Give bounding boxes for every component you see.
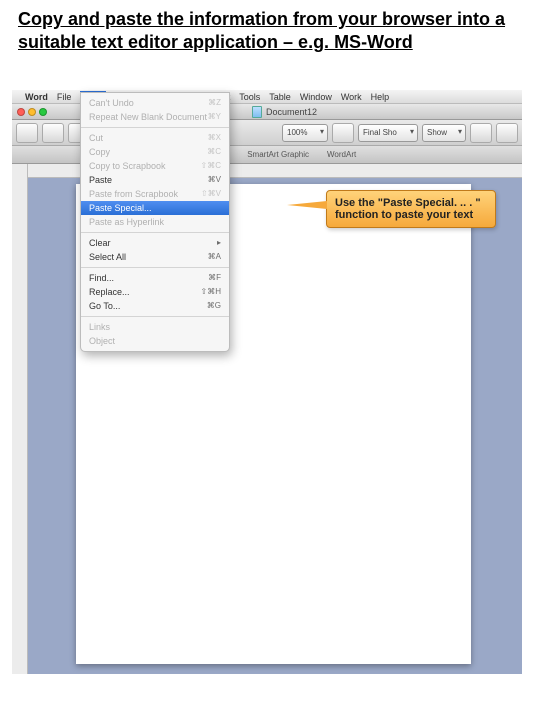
zoom-select[interactable]: 100%	[282, 124, 328, 142]
new-doc-button[interactable]	[16, 123, 38, 143]
edit-menu-item: Copy to Scrapbook ⇧⌘C	[81, 159, 229, 173]
menu-item-shortcut: ⇧⌘H	[201, 287, 221, 297]
callout-line2: function to paste your text	[335, 209, 487, 221]
minimize-icon[interactable]	[28, 108, 36, 116]
menu-tools[interactable]: Tools	[239, 92, 260, 102]
edit-menu-dropdown: Can't Undo⌘ZRepeat New Blank Document⌘YC…	[80, 92, 230, 352]
menu-separator	[81, 127, 229, 128]
menu-item-label: Copy to Scrapbook	[89, 161, 166, 171]
menu-item-label: Cut	[89, 133, 103, 143]
edit-menu-item: Copy ⌘C	[81, 145, 229, 159]
menu-item-label: Repeat New Blank Document	[89, 112, 207, 122]
next-change-button[interactable]	[496, 123, 518, 143]
edit-menu-item[interactable]: Replace... ⇧⌘H	[81, 285, 229, 299]
menu-item-shortcut: ⌘Y	[208, 112, 221, 122]
window-title: Document12	[266, 107, 317, 117]
menu-word[interactable]: Word	[25, 92, 48, 102]
menu-item-shortcut: ⌘C	[207, 147, 221, 157]
edit-menu-item: Can't Undo ⌘Z	[81, 96, 229, 110]
show-select[interactable]: Show	[422, 124, 466, 142]
tab-smartart[interactable]: SmartArt Graphic	[247, 150, 309, 159]
word-app-window: Word File Edit View Insert Format Font T…	[12, 90, 522, 678]
vertical-ruler	[12, 164, 28, 674]
traffic-lights	[12, 108, 47, 116]
edit-menu-item: Cut ⌘X	[81, 131, 229, 145]
menu-item-shortcut: ⌘A	[208, 252, 221, 262]
instruction-text: Copy and paste the information from your…	[0, 0, 540, 57]
edit-menu-item[interactable]: Paste ⌘V	[81, 173, 229, 187]
zoom-icon[interactable]	[39, 108, 47, 116]
edit-menu-item[interactable]: Go To... ⌘G	[81, 299, 229, 313]
menu-item-shortcut: ⌘G	[207, 301, 221, 311]
menu-item-label: Find...	[89, 273, 114, 283]
menu-file[interactable]: File	[57, 92, 72, 102]
menu-item-label: Select All	[89, 252, 126, 262]
paste-special-callout: Use the "Paste Special. .. . " function …	[326, 190, 496, 228]
menu-work[interactable]: Work	[341, 92, 362, 102]
track-changes-button[interactable]	[470, 123, 492, 143]
menu-help[interactable]: Help	[371, 92, 390, 102]
menu-item-label: Clear	[89, 238, 111, 248]
menu-separator	[81, 316, 229, 317]
menu-item-shortcut: ⇧⌘C	[201, 161, 221, 171]
menu-item-label: Go To...	[89, 301, 120, 311]
edit-menu-item: Repeat New Blank Document⌘Y	[81, 110, 229, 124]
menu-item-shortcut: ▸	[217, 238, 221, 248]
edit-menu-item: Paste from Scrapbook ⇧⌘V	[81, 187, 229, 201]
menu-item-label: Links	[89, 322, 110, 332]
menu-item-label: Copy	[89, 147, 110, 157]
callout-line1: Use the "Paste Special. .. . "	[335, 197, 487, 209]
menu-item-label: Can't Undo	[89, 98, 134, 108]
edit-menu-item: Links	[81, 320, 229, 334]
menu-window[interactable]: Window	[300, 92, 332, 102]
edit-menu-item[interactable]: Find... ⌘F	[81, 271, 229, 285]
edit-menu-item[interactable]: Paste Special...	[81, 201, 229, 215]
menu-item-shortcut: ⌘F	[208, 273, 221, 283]
close-icon[interactable]	[17, 108, 25, 116]
document-icon	[252, 106, 262, 118]
menu-separator	[81, 232, 229, 233]
edit-menu-item: Object	[81, 334, 229, 348]
view-mode-select[interactable]: Final Sho	[358, 124, 418, 142]
menu-item-label: Object	[89, 336, 115, 346]
menu-item-label: Paste	[89, 175, 112, 185]
edit-menu-item[interactable]: Clear ▸	[81, 236, 229, 250]
menu-item-label: Paste from Scrapbook	[89, 189, 178, 199]
menu-table[interactable]: Table	[269, 92, 291, 102]
menu-item-label: Paste Special...	[89, 203, 152, 213]
tab-wordart[interactable]: WordArt	[327, 150, 356, 159]
menu-separator	[81, 267, 229, 268]
menu-item-shortcut: ⌘V	[208, 175, 221, 185]
help-button[interactable]	[332, 123, 354, 143]
menu-item-label: Replace...	[89, 287, 130, 297]
open-button[interactable]	[42, 123, 64, 143]
edit-menu-item[interactable]: Select All ⌘A	[81, 250, 229, 264]
menu-item-shortcut: ⌘Z	[208, 98, 221, 108]
menu-item-label: Paste as Hyperlink	[89, 217, 164, 227]
edit-menu-item: Paste as Hyperlink	[81, 215, 229, 229]
menu-item-shortcut: ⇧⌘V	[201, 189, 221, 199]
menu-item-shortcut: ⌘X	[208, 133, 221, 143]
